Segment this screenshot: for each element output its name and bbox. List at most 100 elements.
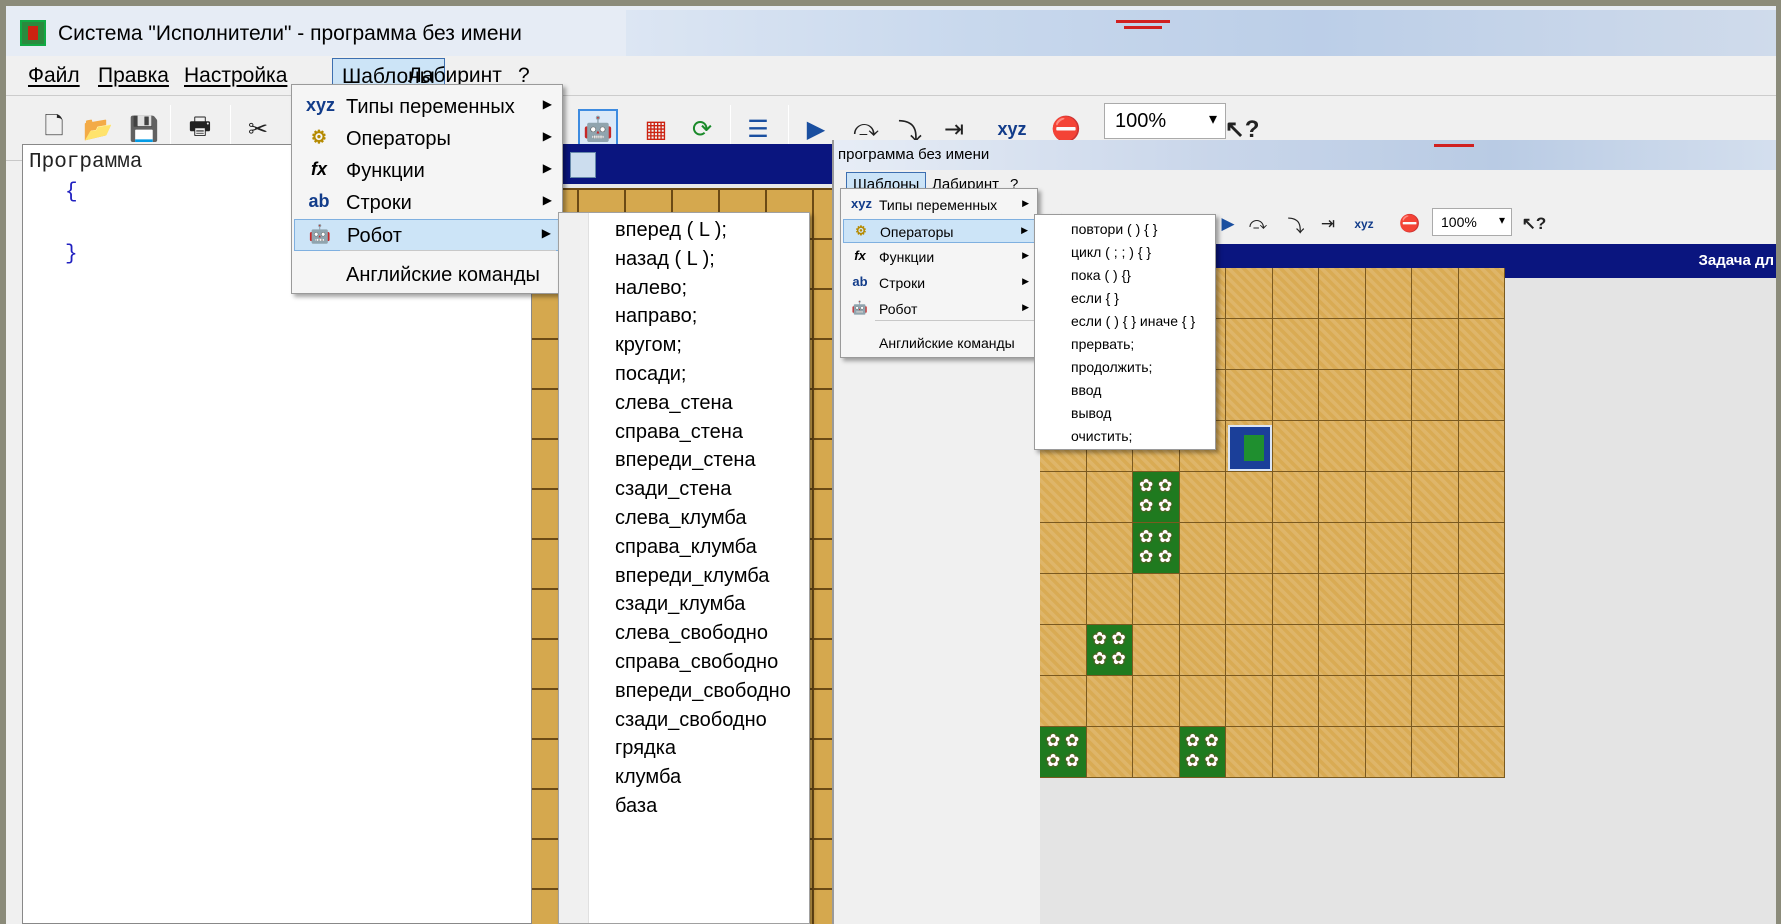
operator-item[interactable]: пока ( ) {} [1071,267,1131,283]
field-cell [1319,727,1366,778]
inset-menu-item-strings[interactable]: ab Строки ▶ [843,271,1035,295]
robot-command-item[interactable]: справа_клумба [615,536,757,559]
inset-menu-item-functions[interactable]: fx Функции ▶ [843,245,1035,269]
print-icon[interactable]: 🖶 [180,109,220,149]
field-cell [1458,319,1505,370]
field-cell [1179,625,1226,676]
inset-zoom-value: 100% [1441,214,1477,230]
robot-command-item[interactable]: впереди_свободно [615,680,791,703]
robot-command-item[interactable]: кругом; [615,334,682,357]
menu-item-label: Строки [879,275,926,291]
menu-file[interactable]: Файл [28,64,80,88]
menu-item-label: Английские команды [346,264,540,286]
robot-command-item[interactable]: слева_стена [615,392,733,415]
operator-item[interactable]: повтори ( ) { } [1071,221,1157,237]
robot-command-item[interactable]: справа_стена [615,421,743,444]
menu-item-operators[interactable]: ⚙ Операторы ▶ [294,123,560,155]
new-file-icon[interactable]: 🗋 [34,109,74,149]
robot-command-item[interactable]: сзади_клумба [615,593,745,616]
menu-item-functions[interactable]: fx Функции ▶ [294,155,560,187]
inset-help-icon[interactable]: ↖? [1520,210,1548,238]
robot-command-item[interactable]: база [615,795,657,818]
robot-executor-icon[interactable]: 🤖 [578,109,618,149]
menu-item-variable-types[interactable]: xyz Типы переменных ▶ [294,91,560,123]
inset-step-into-icon[interactable]: ⤵ [1282,210,1310,238]
field-cell [1226,319,1273,370]
field-cell [1458,676,1505,727]
robot-command-item[interactable]: назад ( L ); [615,248,715,271]
run-icon[interactable]: ▶ [796,109,836,149]
operator-item[interactable]: прервать; [1071,336,1134,352]
inset-zoom-select[interactable]: 100% ▾ [1432,208,1512,236]
operator-item[interactable]: цикл ( ; ; ) { } [1071,244,1151,260]
inset-title: программа без имени [838,146,990,163]
field-cell [1133,574,1180,625]
field-cell [1226,574,1273,625]
robot-icon: 🤖 [851,300,869,315]
menu-separator [340,250,556,251]
operator-item[interactable]: продолжить; [1071,359,1152,375]
field-cell [1226,676,1273,727]
operator-item[interactable]: если { } [1071,290,1119,306]
inset-step-over-icon[interactable]: ⤼ [1244,210,1272,238]
menu-item-strings[interactable]: ab Строки ▶ [294,187,560,219]
refresh-icon[interactable]: ⟳ [682,109,722,149]
inset-xyz-icon[interactable]: xyz [1350,210,1378,238]
edit-field-icon[interactable] [570,152,596,178]
cut-icon[interactable]: ✂ [238,109,278,149]
field-cell [1040,676,1087,727]
robot-command-item[interactable]: впереди_стена [615,449,756,472]
robot-command-item[interactable]: справа_свободно [615,651,778,674]
operator-item[interactable]: вывод [1071,405,1111,421]
field-cell [1365,523,1412,574]
zoom-value: 100% [1115,110,1167,132]
inset-menu-item-variable-types[interactable]: xyz Типы переменных ▶ [843,193,1035,217]
robot-command-item[interactable]: направо; [615,305,697,328]
field-cell [1040,523,1087,574]
robot-command-item[interactable]: слева_клумба [615,507,747,530]
field-cell [1365,268,1412,319]
robot-command-item[interactable]: сзади_свободно [615,709,767,732]
field-cell [1272,268,1319,319]
robot-command-item[interactable]: сзади_стена [615,478,731,501]
inset-run-icon[interactable]: ▶ [1214,210,1242,238]
field-cell [1412,421,1459,472]
submenu-arrow-icon: ▶ [542,161,552,175]
menu-bar: Файл Правка Настройка Шаблоны Лабиринт ? [6,56,1776,96]
open-folder-icon[interactable]: 📂 [78,109,118,149]
save-icon[interactable]: 💾 [124,109,164,149]
robot-command-item[interactable]: клумба [615,766,681,789]
menu-item-english-commands[interactable]: Английские команды [294,259,560,291]
operator-item[interactable]: ввод [1071,382,1101,398]
inset-menu-item-robot[interactable]: 🤖 Робот ▶ [843,297,1035,321]
inset-menu-item-operators[interactable]: ⚙ Операторы ▶ [843,219,1035,243]
operator-item[interactable]: если ( ) { } иначе { } [1071,313,1195,329]
field-cell [1226,625,1273,676]
robot-command-item[interactable]: посади; [615,363,686,386]
operator-item[interactable]: очистить; [1071,428,1132,444]
robot-command-item[interactable]: впереди_клумба [615,565,769,588]
zoom-select[interactable]: 100% ▾ [1104,103,1226,139]
field-cell [1226,727,1273,778]
menu-item-label: Робот [347,225,402,247]
robot-command-item[interactable]: налево; [615,277,687,300]
window-title: Система "Исполнители" - программа без им… [58,22,522,45]
labyrinth-grid-icon[interactable]: ▦ [636,109,676,149]
flowerbed-cell [1133,523,1180,574]
menu-edit[interactable]: Правка [98,64,169,88]
field-cell [1458,523,1505,574]
submenu-arrow-icon: ▶ [542,97,552,111]
menu-settings[interactable]: Настройка [184,64,287,88]
menu-item-robot[interactable]: 🤖 Робот ▶ [294,219,560,251]
robot-command-item[interactable]: слева_свободно [615,622,768,645]
inset-run-to-cursor-icon[interactable]: ⇥ [1314,210,1342,238]
robot-command-item[interactable]: грядка [615,737,676,760]
align-lines-icon[interactable]: ☰ [738,109,778,149]
function-icon: fx [310,159,327,179]
app-window: Система "Исполнители" - программа без им… [6,6,1776,924]
screenshot-stage: Система "Исполнители" - программа без им… [0,0,1781,924]
inset-menu-item-english-commands[interactable]: Английские команды [843,331,1035,355]
inset-stop-icon[interactable]: ⛔ [1396,210,1424,238]
brace-open: { [65,181,78,204]
robot-command-item[interactable]: вперед ( L ); [615,219,727,242]
